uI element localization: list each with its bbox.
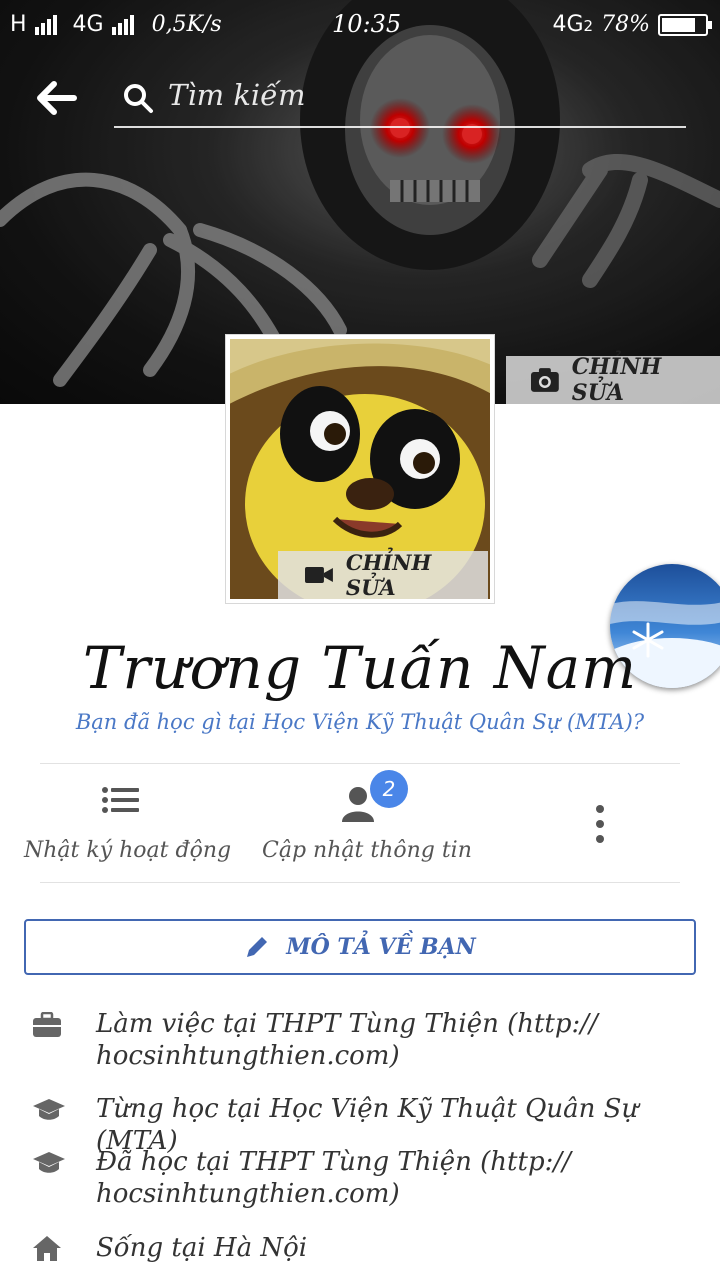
pencil-icon bbox=[247, 937, 268, 957]
edit-cover-button[interactable]: CHỈNH SỬA bbox=[506, 354, 720, 406]
more-vertical-icon bbox=[596, 805, 604, 843]
status-bar: H 4G 0,5K/s 10:35 4G2 78% bbox=[0, 0, 720, 52]
search-bar: Tìm kiếm bbox=[0, 70, 720, 130]
intro-item-location[interactable]: Sống tại Hà Nội bbox=[0, 1232, 720, 1268]
signal-icon bbox=[34, 14, 57, 35]
briefcase-icon bbox=[33, 1012, 61, 1037]
status-left: H 4G 0,5K/s bbox=[10, 12, 222, 37]
intro-item-work[interactable]: Làm việc tại THPT Tùng Thiện (http:// ho… bbox=[0, 1008, 720, 1078]
edit-cover-label: CHỈNH SỬA bbox=[571, 354, 662, 406]
battery-icon bbox=[658, 13, 712, 36]
profile-actions: Nhật ký hoạt động Cập nhật thông tin 2 bbox=[0, 770, 720, 880]
list-icon bbox=[102, 787, 139, 813]
update-info-badge: 2 bbox=[370, 770, 408, 808]
divider bbox=[40, 882, 680, 883]
edit-profile-picture-button[interactable]: CHỈNH SỬA bbox=[278, 550, 488, 599]
network-speed: 0,5K/s bbox=[151, 12, 222, 37]
back-button[interactable] bbox=[34, 78, 78, 118]
describe-yourself-button[interactable]: MÔ TẢ VỀ BẠN bbox=[24, 919, 696, 975]
network-type-4g-sim2: 4G2 bbox=[552, 12, 594, 37]
home-icon bbox=[33, 1236, 61, 1261]
graduation-cap-icon bbox=[33, 1099, 65, 1120]
search-placeholder: Tìm kiếm bbox=[168, 78, 306, 112]
profile-picture[interactable]: CHỈNH SỬA bbox=[225, 334, 495, 604]
profile-picture-image: CHỈNH SỬA bbox=[230, 339, 490, 599]
clock: 10:35 bbox=[332, 10, 402, 38]
update-info-button[interactable]: Cập nhật thông tin bbox=[262, 770, 472, 863]
status-right: 4G2 78% bbox=[552, 12, 712, 37]
edit-profile-picture-label: CHỈNH SỬA bbox=[345, 550, 432, 599]
intro-item-education[interactable]: Đã học tại THPT Tùng Thiện (http:// hocs… bbox=[0, 1146, 720, 1216]
search-input[interactable]: Tìm kiếm bbox=[114, 70, 686, 128]
update-info-label: Cập nhật thông tin bbox=[262, 838, 472, 863]
activity-log-button[interactable]: Nhật ký hoạt động bbox=[24, 770, 232, 863]
battery-percent: 78% bbox=[601, 12, 650, 37]
back-arrow-icon bbox=[37, 81, 77, 115]
intro-item-text: Sống tại Hà Nội bbox=[96, 1233, 308, 1263]
profile-name: Trương Tuấn Nam bbox=[82, 634, 638, 702]
more-options-button[interactable] bbox=[580, 770, 620, 850]
signal-icon bbox=[111, 14, 134, 35]
intro-item-text: Đã học tại THPT Tùng Thiện (http:// hocs… bbox=[96, 1147, 571, 1209]
divider bbox=[40, 763, 680, 764]
describe-yourself-label: MÔ TẢ VỀ BẠN bbox=[286, 934, 476, 960]
camera-icon bbox=[530, 368, 559, 392]
network-type-h: H bbox=[10, 12, 27, 37]
network-type-4g: 4G bbox=[72, 12, 104, 37]
activity-log-label: Nhật ký hoạt động bbox=[24, 838, 232, 863]
intro-item-text: Làm việc tại THPT Tùng Thiện (http:// ho… bbox=[96, 1009, 598, 1071]
search-icon bbox=[124, 84, 153, 113]
graduation-cap-icon bbox=[33, 1152, 65, 1173]
intro-item-education[interactable]: Từng học tại Học Viện Kỹ Thuật Quân Sự (… bbox=[0, 1093, 720, 1156]
video-camera-icon bbox=[304, 567, 333, 583]
education-prompt-link[interactable]: Bạn đã học gì tại Học Viện Kỹ Thuật Quân… bbox=[0, 710, 720, 734]
